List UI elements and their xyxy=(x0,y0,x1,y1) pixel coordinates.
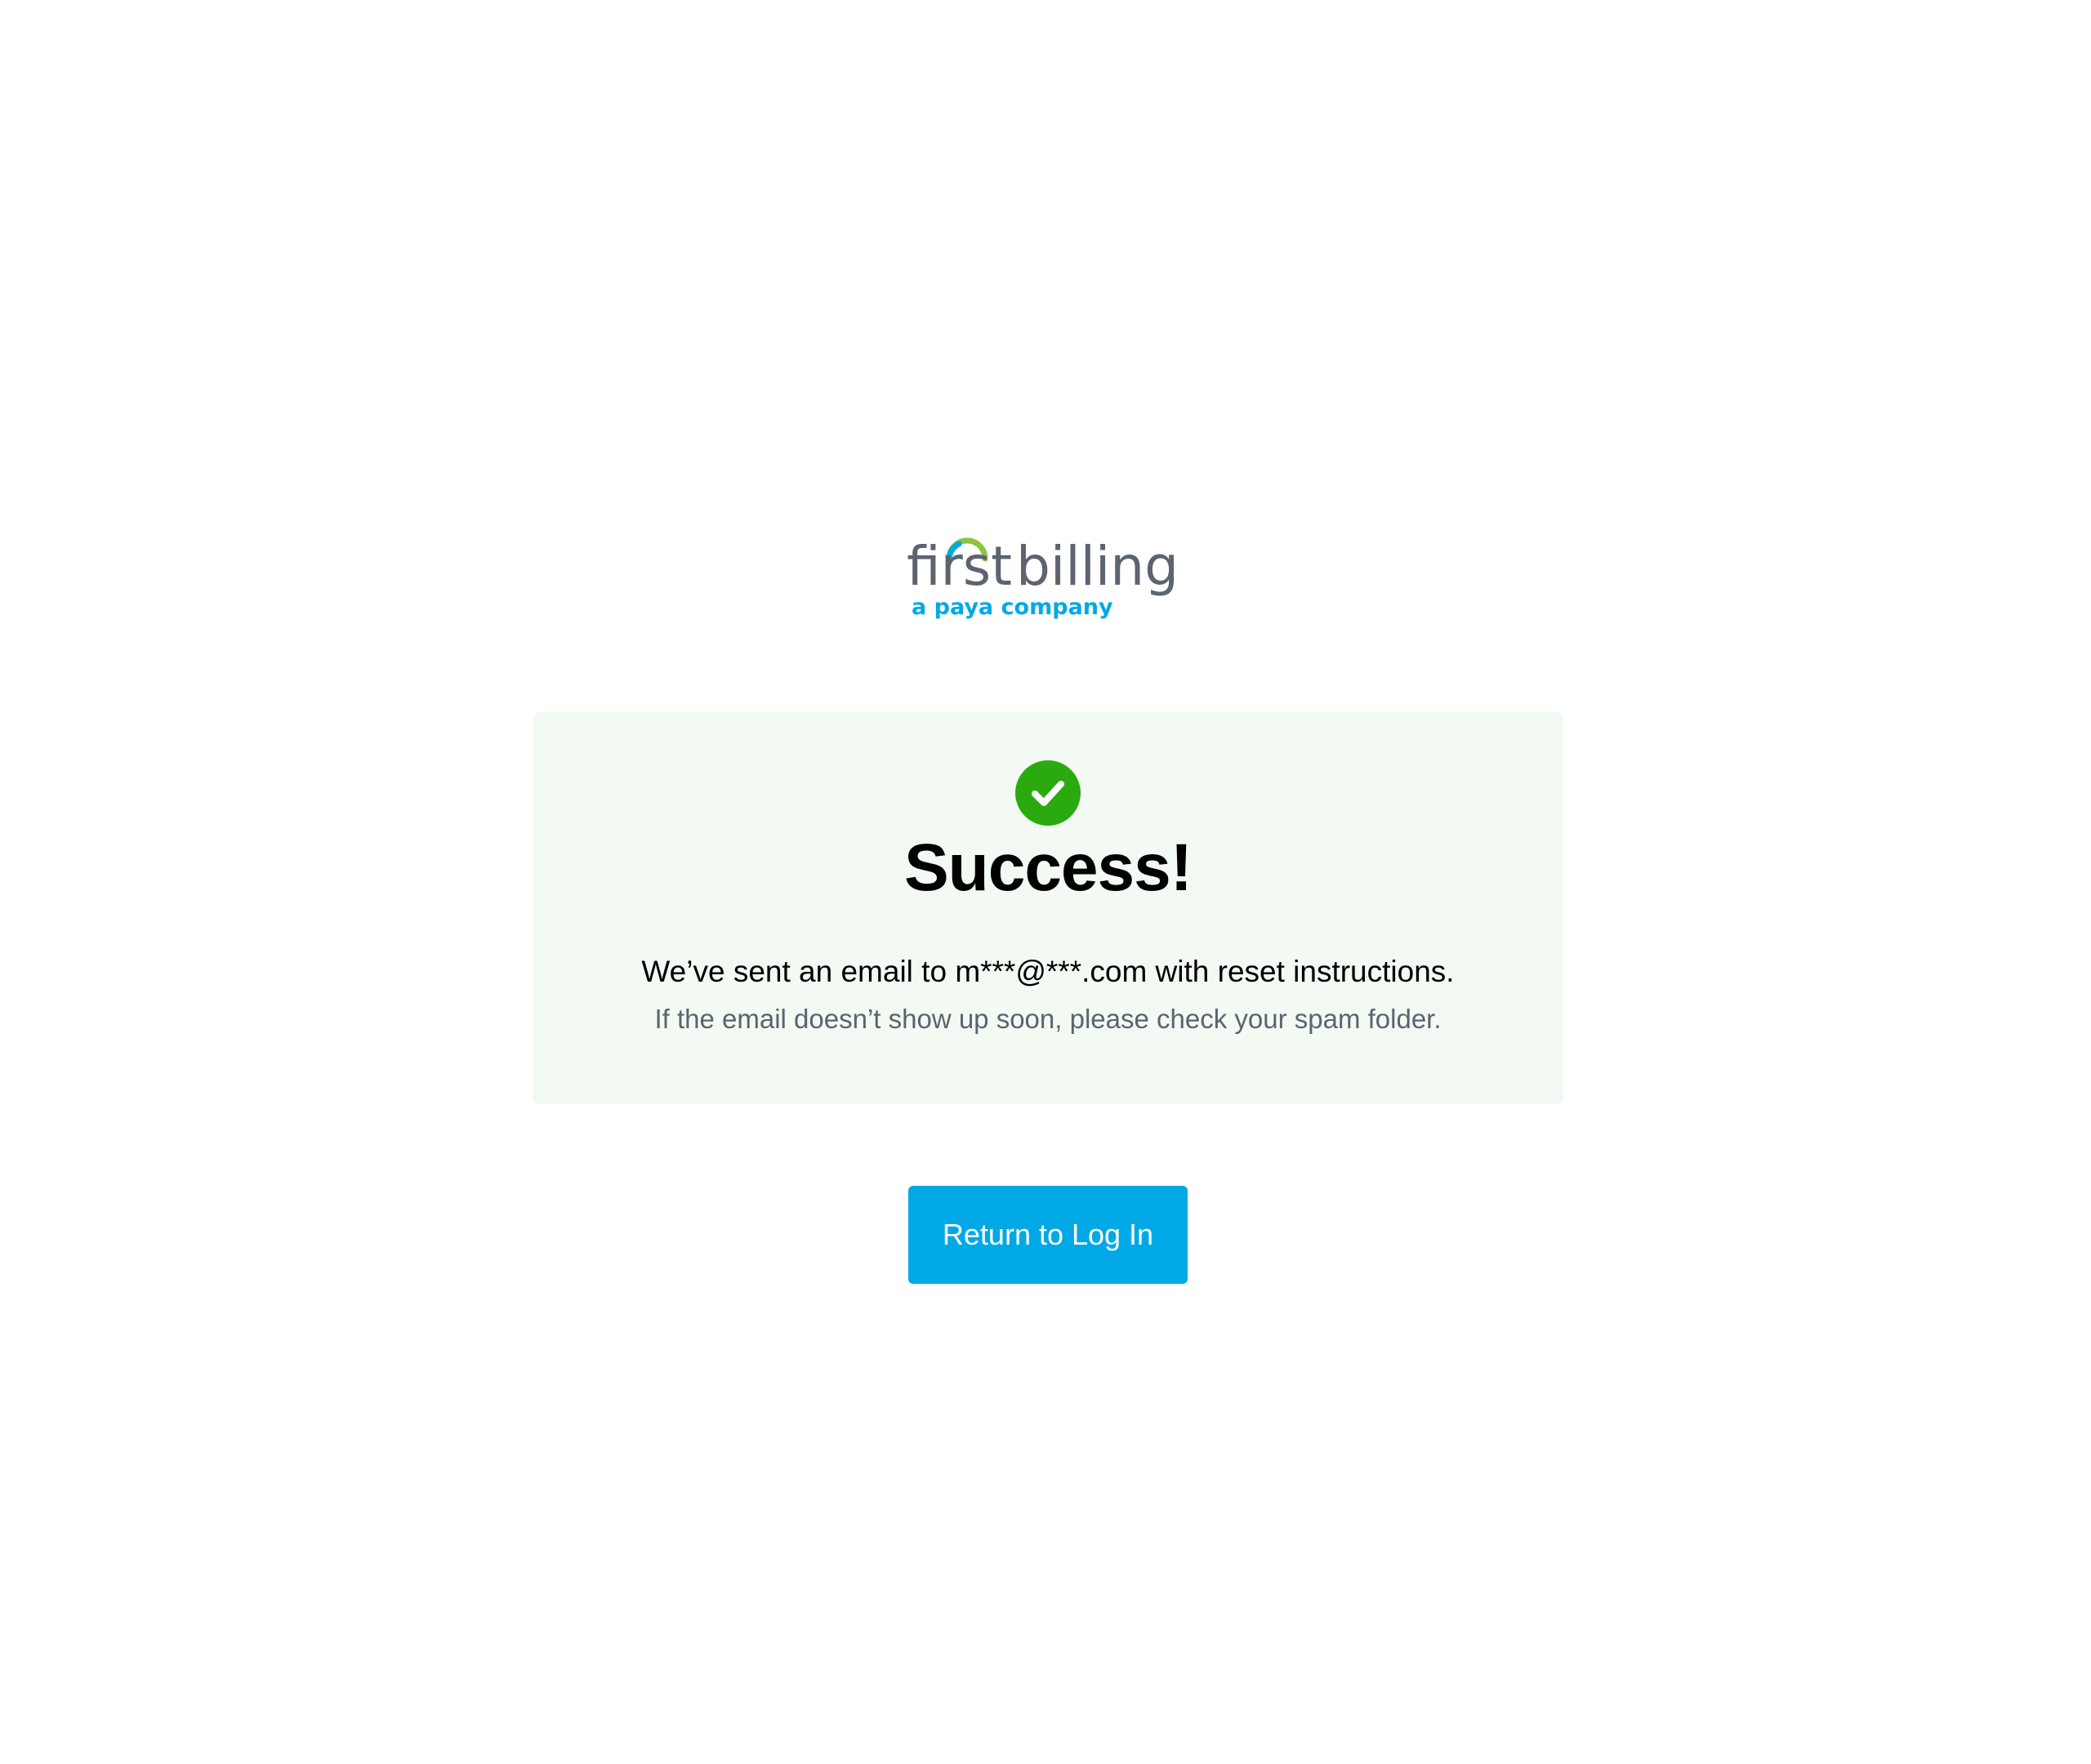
first-billing-logo: first billing a paya company xyxy=(907,535,1179,619)
return-to-login-button[interactable]: Return to Log In xyxy=(908,1186,1188,1284)
check-circle-icon xyxy=(1015,760,1081,826)
logo-word-first: first xyxy=(907,535,1012,598)
reset-email-message: We’ve sent an email to m***@***.com with… xyxy=(641,955,1455,988)
company-logo: first billing a paya company xyxy=(907,529,1184,619)
spam-folder-hint: If the email doesn’t show up soon, pleas… xyxy=(654,1004,1442,1034)
success-panel: Success! We’ve sent an email to m***@***… xyxy=(533,712,1563,1104)
logo-tagline: a paya company xyxy=(912,595,1113,619)
success-title: Success! xyxy=(903,831,1193,905)
logo-word-billing: billing xyxy=(1016,535,1179,598)
